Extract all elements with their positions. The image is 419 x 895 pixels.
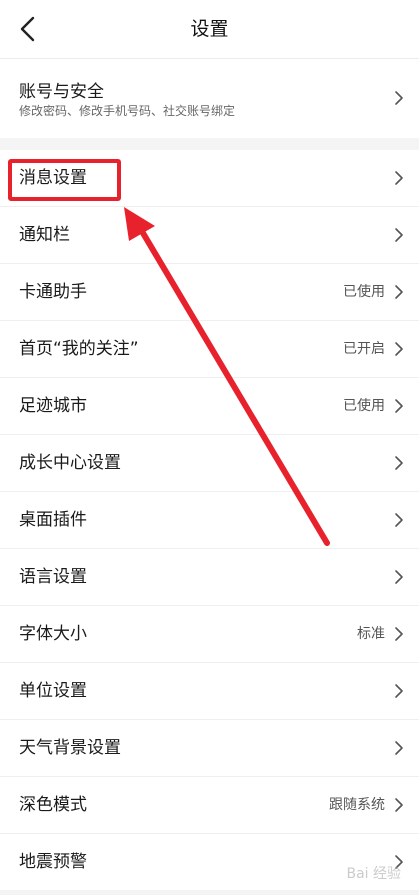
settings-row-label: 足迹城市 — [19, 396, 87, 416]
settings-row-label: 桌面插件 — [19, 510, 87, 530]
chevron-right-icon — [395, 627, 403, 641]
settings-row-label: 字体大小 — [19, 624, 87, 644]
chevron-right-icon — [395, 285, 403, 299]
chevron-right-icon — [395, 399, 403, 413]
settings-row-value: 标准 — [357, 626, 385, 642]
chevron-right-icon — [395, 513, 403, 527]
settings-row-label: 天气背景设置 — [19, 738, 121, 758]
settings-row-label: 语言设置 — [19, 567, 87, 587]
chevron-right-icon — [395, 342, 403, 356]
chevron-right-icon — [395, 228, 403, 242]
settings-row-label: 单位设置 — [19, 681, 87, 701]
chevron-right-icon — [395, 684, 403, 698]
settings-row-notification-bar[interactable]: 通知栏 — [0, 207, 419, 264]
watermark-text: Bai 经验 — [346, 866, 401, 882]
settings-row-font-size[interactable]: 字体大小 标准 — [0, 606, 419, 663]
settings-row-label: 消息设置 — [19, 168, 87, 188]
chevron-right-icon — [395, 570, 403, 584]
settings-row-cartoon-assistant[interactable]: 卡通助手 已使用 — [0, 264, 419, 321]
settings-row-dark-mode[interactable]: 深色模式 跟随系统 — [0, 777, 419, 834]
chevron-right-icon — [395, 798, 403, 812]
chevron-right-icon — [395, 171, 403, 185]
chevron-right-icon — [395, 741, 403, 755]
settings-row-label: 地震预警 — [19, 852, 87, 872]
settings-row-label: 成长中心设置 — [19, 453, 121, 473]
account-security-label: 账号与安全 — [19, 82, 104, 102]
settings-row-home-follow[interactable]: 首页“我的关注” 已开启 — [0, 321, 419, 378]
top-bar: 设置 — [0, 0, 419, 59]
settings-row-footprint-cities[interactable]: 足迹城市 已使用 — [0, 378, 419, 435]
settings-row-value: 已开启 — [343, 341, 385, 357]
settings-row-value: 已使用 — [343, 284, 385, 300]
settings-row-growth-center[interactable]: 成长中心设置 — [0, 435, 419, 492]
account-security-row[interactable]: 账号与安全 修改密码、修改手机号码、社交账号绑定 — [0, 59, 419, 138]
chevron-right-icon — [395, 91, 403, 105]
settings-row-label: 通知栏 — [19, 225, 70, 245]
page-title: 设置 — [190, 18, 229, 40]
chevron-right-icon — [395, 456, 403, 470]
settings-row-weather-background[interactable]: 天气背景设置 — [0, 720, 419, 777]
settings-list: 消息设置 通知栏 卡通助手 已使用 首页“我的关注” 已开启 足迹城市 已使用 … — [0, 150, 419, 890]
settings-row-message[interactable]: 消息设置 — [0, 150, 419, 207]
settings-row-desktop-widget[interactable]: 桌面插件 — [0, 492, 419, 549]
settings-row-units[interactable]: 单位设置 — [0, 663, 419, 720]
settings-row-language[interactable]: 语言设置 — [0, 549, 419, 606]
settings-row-label: 卡通助手 — [19, 282, 87, 302]
settings-row-value: 跟随系统 — [329, 797, 385, 813]
settings-row-label: 首页“我的关注” — [19, 339, 139, 359]
settings-row-label: 深色模式 — [19, 795, 87, 815]
account-security-subtitle: 修改密码、修改手机号码、社交账号绑定 — [19, 104, 236, 118]
settings-row-value: 已使用 — [343, 398, 385, 414]
